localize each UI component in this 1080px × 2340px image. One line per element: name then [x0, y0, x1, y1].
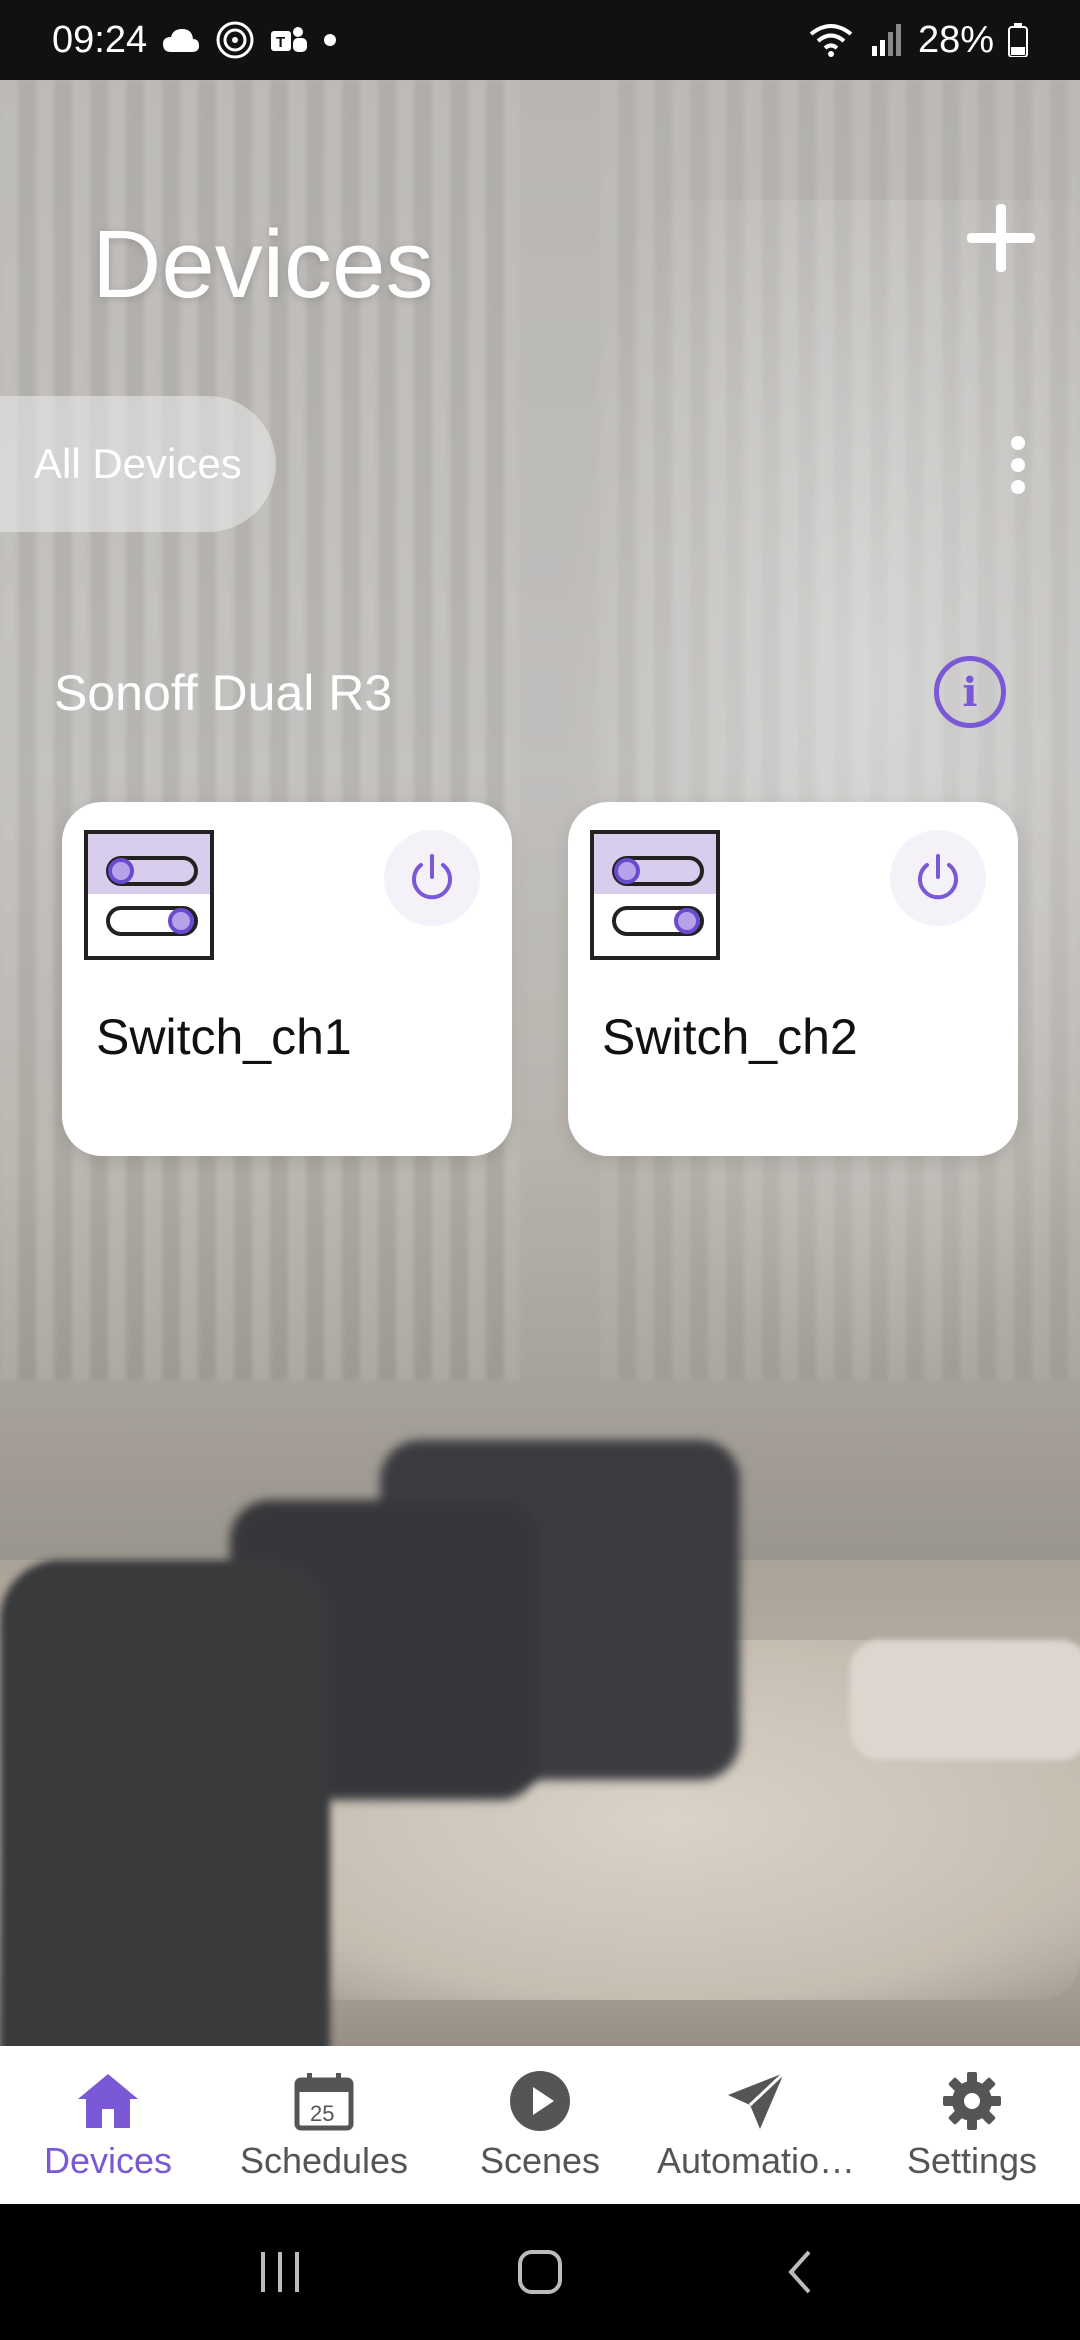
device-card-switch-ch1[interactable]: Switch_ch1 [62, 802, 512, 1156]
battery-percent: 28% [917, 18, 994, 61]
dot-icon [323, 20, 337, 60]
gear-icon [939, 2068, 1005, 2134]
more-dot [1011, 458, 1025, 472]
recent-apps-button[interactable] [240, 2232, 320, 2312]
page-title: Devices [92, 211, 434, 318]
cloud-icon [161, 20, 201, 60]
info-icon[interactable]: i [934, 656, 1006, 728]
nfc-icon [215, 20, 255, 60]
more-dot [1011, 480, 1025, 494]
signal-icon [868, 20, 904, 60]
dual-switch-icon [590, 830, 720, 960]
back-button[interactable] [760, 2232, 840, 2312]
power-icon[interactable] [890, 830, 986, 926]
more-options-button[interactable] [1000, 430, 1036, 500]
wifi-icon [808, 20, 854, 60]
group-title: Sonoff Dual R3 [54, 665, 393, 721]
device-name: Switch_ch1 [96, 1009, 352, 1065]
device-card-switch-ch2[interactable]: Switch_ch2 [568, 802, 1018, 1156]
send-icon [723, 2068, 789, 2134]
filter-label: All Devices [34, 440, 242, 487]
nav-automations[interactable]: Automatio… [648, 2068, 864, 2182]
svg-text:25: 25 [310, 2101, 334, 2126]
power-icon[interactable] [384, 830, 480, 926]
home-button[interactable] [500, 2232, 580, 2312]
status-left: 09:24 T [52, 19, 337, 62]
status-bar: 09:24 T 28% [0, 0, 1080, 80]
nav-label: Automatio… [656, 2140, 856, 2181]
calendar-icon: 25 [291, 2068, 357, 2134]
status-time: 09:24 [52, 18, 148, 61]
all-devices-filter[interactable]: All Devices [0, 396, 276, 532]
nav-settings[interactable]: Settings [864, 2068, 1080, 2182]
more-dot [1011, 436, 1025, 450]
battery-icon [1008, 20, 1028, 60]
home-icon [75, 2068, 141, 2134]
nav-schedules[interactable]: 25 Schedules [216, 2068, 432, 2182]
nav-label: Scenes [479, 2140, 601, 2181]
dual-switch-icon [84, 830, 214, 960]
svg-text:T: T [276, 34, 285, 51]
nav-label: Settings [906, 2140, 1038, 2181]
status-right: 28% [808, 19, 1028, 62]
nav-label: Devices [43, 2140, 173, 2181]
add-device-button[interactable] [962, 200, 1038, 276]
play-icon [507, 2068, 573, 2134]
system-nav-bar [0, 2204, 1080, 2340]
teams-icon: T [269, 20, 309, 60]
nav-scenes[interactable]: Scenes [432, 2068, 648, 2182]
nav-devices[interactable]: Devices [0, 2068, 216, 2182]
bottom-nav: Devices 25 Schedules Scenes Automatio… S… [0, 2046, 1080, 2204]
nav-label: Schedules [239, 2140, 409, 2181]
device-name: Switch_ch2 [602, 1009, 858, 1065]
